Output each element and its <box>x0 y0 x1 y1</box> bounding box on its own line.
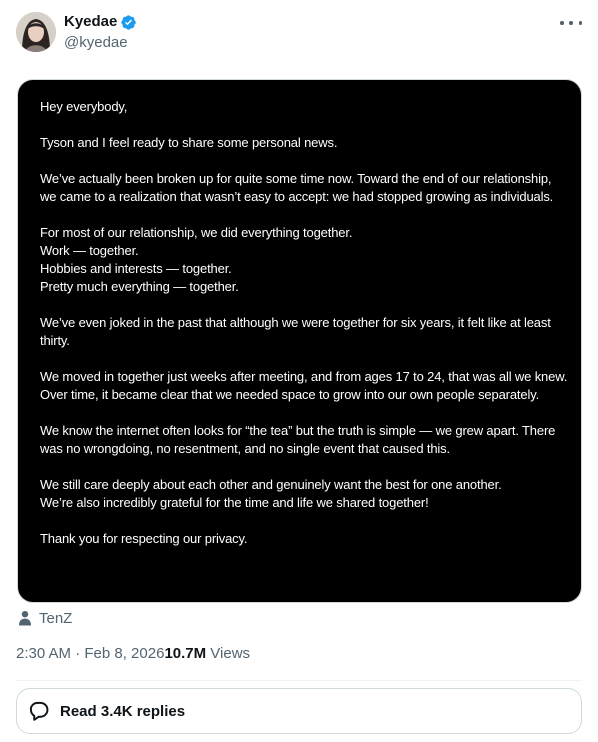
more-horizontal-icon[interactable] <box>560 14 582 32</box>
views-count: 10.7M <box>164 645 207 662</box>
letter-text: Hey everybody, Tyson and I feel ready to … <box>40 98 570 548</box>
letter-line: We’ve even joked in the past that althou… <box>40 315 551 348</box>
letter-paragraph: We moved in together just weeks after me… <box>40 368 570 404</box>
verified-badge-icon <box>120 14 137 31</box>
letter-paragraph: We know the internet often looks for “th… <box>40 422 570 458</box>
divider <box>16 680 582 681</box>
tagged-users[interactable]: TenZ <box>17 608 72 628</box>
letter-paragraph: Thank you for respecting our privacy. <box>40 530 570 548</box>
letter-line: We moved in together just weeks after me… <box>40 369 568 402</box>
author-handle[interactable]: @kyedae <box>64 33 137 53</box>
chat-bubble-icon <box>29 701 49 721</box>
letter-paragraph: For most of our relationship, we did eve… <box>40 224 570 296</box>
avatar-image <box>16 12 56 52</box>
views-label: Views <box>206 645 251 662</box>
tagged-user-name: TenZ <box>39 609 73 627</box>
post-media-image[interactable]: Hey everybody, Tyson and I feel ready to … <box>17 79 582 603</box>
letter-line: We’re also incredibly grateful for the t… <box>40 495 429 510</box>
author-display-name[interactable]: Kyedae <box>64 12 137 32</box>
letter-paragraph: We’ve even joked in the past that althou… <box>40 314 570 350</box>
read-replies-button[interactable]: Read 3.4K replies <box>16 688 582 734</box>
letter-line: We’ve actually been broken up for quite … <box>40 171 554 204</box>
letter-line: Hobbies and interests — together. <box>40 261 232 276</box>
letter-line: Hey everybody, <box>40 99 128 114</box>
letter-paragraph: Tyson and I feel ready to share some per… <box>40 134 570 152</box>
letter-line: Work — together. <box>40 243 139 258</box>
read-replies-label: Read 3.4K replies <box>60 702 186 720</box>
person-icon <box>19 611 31 626</box>
letter-line: We know the internet often looks for “th… <box>40 423 556 456</box>
post-meta: 2:30 AM · Feb 8, 202610.7M Views <box>16 644 250 664</box>
letter-line: We still care deeply about each other an… <box>40 477 502 492</box>
author-name-text: Kyedae <box>64 13 118 30</box>
avatar[interactable] <box>16 12 56 52</box>
letter-paragraph: We’ve actually been broken up for quite … <box>40 170 570 206</box>
letter-line: Thank you for respecting our privacy. <box>40 531 248 546</box>
post-header: Kyedae @kyedae <box>16 12 582 56</box>
letter-paragraph: Hey everybody, <box>40 98 570 116</box>
letter-line: Pretty much everything — together. <box>40 279 239 294</box>
post-timestamp[interactable]: 2:30 AM · Feb 8, 2026 <box>16 645 164 662</box>
letter-line: Tyson and I feel ready to share some per… <box>40 135 338 150</box>
letter-line: For most of our relationship, we did eve… <box>40 225 353 240</box>
letter-paragraph: We still care deeply about each other an… <box>40 476 570 512</box>
